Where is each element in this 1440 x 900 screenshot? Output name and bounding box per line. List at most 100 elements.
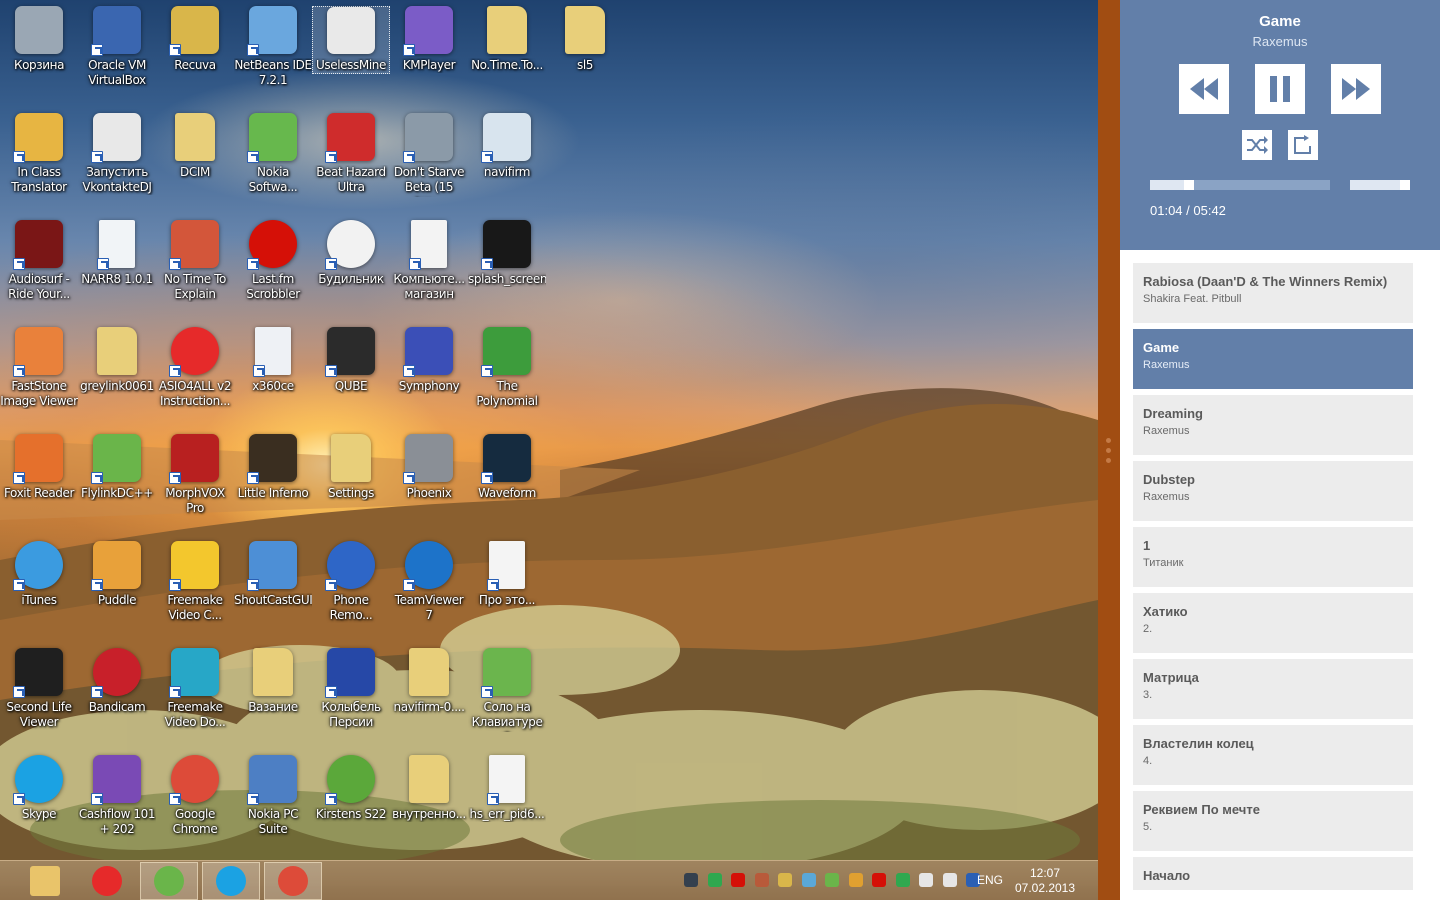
desktop-icon[interactable]: hs_err_pid6...: [468, 749, 546, 853]
taskbar-button[interactable]: [16, 862, 74, 900]
desktop-icon[interactable]: Kirstens S22: [312, 749, 390, 853]
desktop-icon[interactable]: Don't Starve Beta (15 Jan...: [390, 107, 468, 211]
desktop-icon[interactable]: Будильник: [312, 214, 390, 318]
repeat-button[interactable]: [1288, 130, 1318, 160]
desktop-icon[interactable]: Second Life Viewer: [0, 642, 78, 746]
playlist-item[interactable]: 1 Титаник: [1133, 527, 1413, 587]
desktop-icon[interactable]: FlylinkDC++: [78, 428, 156, 532]
desktop-icon[interactable]: Cashflow 101 + 202: [78, 749, 156, 853]
desktop-icon[interactable]: Skype: [0, 749, 78, 853]
desktop-icon[interactable]: NetBeans IDE 7.2.1: [234, 0, 312, 104]
desktop-icon[interactable]: x360ce: [234, 321, 312, 425]
desktop-icon[interactable]: ShoutCastGUI: [234, 535, 312, 639]
desktop-icon[interactable]: Компьюте... магазин: [390, 214, 468, 318]
desktop-icon[interactable]: MorphVOX Pro: [156, 428, 234, 532]
desktop-icon[interactable]: greylink0061: [78, 321, 156, 425]
desktop-icon[interactable]: No.Time.To...: [468, 0, 546, 104]
desktop-icon[interactable]: QUBE: [312, 321, 390, 425]
playlist-item[interactable]: Game Raxemus: [1133, 329, 1413, 389]
volume-icon[interactable]: [942, 873, 957, 887]
taskbar-button[interactable]: [78, 862, 136, 900]
desktop-icon[interactable]: The Polynomial: [468, 321, 546, 425]
tray-icon-9[interactable]: [872, 873, 886, 887]
clock[interactable]: 12:07 07.02.2013: [1012, 866, 1078, 896]
desktop-icon[interactable]: Foxit Reader: [0, 428, 78, 532]
volume-thumb[interactable]: [1400, 180, 1410, 190]
desktop-icon[interactable]: Phone Remo...: [312, 535, 390, 639]
tray-icon-5[interactable]: [778, 873, 792, 887]
next-button[interactable]: [1331, 64, 1381, 114]
desktop-icon[interactable]: Recuva: [156, 0, 234, 104]
playlist-item[interactable]: Хатико 2.: [1133, 593, 1413, 653]
desktop-icon[interactable]: navifirm: [468, 107, 546, 211]
image-file-icon: [481, 220, 531, 270]
tray-icon-6[interactable]: [801, 873, 816, 887]
shuffle-button[interactable]: [1242, 130, 1272, 160]
desktop-icon[interactable]: Bandicam: [78, 642, 156, 746]
desktop-icon[interactable]: ASIO4ALL v2 Instruction...: [156, 321, 234, 425]
seek-bar-thumb[interactable]: [1184, 180, 1195, 190]
desktop-icon[interactable]: Колыбель Персии: [312, 642, 390, 746]
desktop-icon[interactable]: внутренно...: [390, 749, 468, 853]
playlist-item[interactable]: Матрица 3.: [1133, 659, 1413, 719]
language-indicator[interactable]: ENG: [977, 873, 1003, 887]
desktop-icon[interactable]: splash_screen: [468, 214, 546, 318]
desktop-icon[interactable]: UselessMine: [312, 6, 390, 74]
volume-slider[interactable]: [1350, 180, 1410, 190]
desktop-icon[interactable]: Freemake Video Do...: [156, 642, 234, 746]
desktop-icon[interactable]: Nokia Softwa...: [234, 107, 312, 211]
desktop-icon[interactable]: Puddle: [78, 535, 156, 639]
taskbar-button[interactable]: [202, 862, 260, 900]
playlist-item[interactable]: Начало: [1133, 857, 1413, 890]
lastfm-tray-icon[interactable]: [731, 873, 745, 887]
playlist-item[interactable]: Dreaming Raxemus: [1133, 395, 1413, 455]
playlist-item[interactable]: Властелин колец 4.: [1133, 725, 1413, 785]
desktop-icon[interactable]: sl5: [546, 0, 624, 104]
desktop-icon[interactable]: Last.fm Scrobbler: [234, 214, 312, 318]
taskbar-button[interactable]: [140, 862, 198, 900]
playlist-item[interactable]: Dubstep Raxemus: [1133, 461, 1413, 521]
desktop-icon[interactable]: DCIM: [156, 107, 234, 211]
desktop-icon[interactable]: Freemake Video C...: [156, 535, 234, 639]
desktop-icon[interactable]: Соло на Клавиатуре 9: [468, 642, 546, 746]
desktop-icon[interactable]: Waveform: [468, 428, 546, 532]
tray-icon-8[interactable]: [848, 873, 863, 887]
desktop-icon[interactable]: Symphony: [390, 321, 468, 425]
snap-splitter[interactable]: [1098, 0, 1120, 900]
desktop-icon[interactable]: Little Inferno: [234, 428, 312, 532]
desktop-icon[interactable]: Audiosurf - Ride Your...: [0, 214, 78, 318]
desktop-icon[interactable]: FastStone Image Viewer: [0, 321, 78, 425]
desktop-icon[interactable]: KMPlayer: [390, 0, 468, 104]
desktop-icon-label: Waveform: [478, 486, 536, 500]
pause-button[interactable]: [1255, 64, 1305, 114]
seek-bar[interactable]: [1150, 180, 1330, 190]
desktop-icon-label: Соло на Клавиатуре 9: [471, 700, 543, 732]
previous-button[interactable]: [1179, 64, 1229, 114]
green-tray-icon[interactable]: [707, 873, 722, 887]
desktop[interactable]: Корзина Oracle VM VirtualBox Recuva NetBean…: [0, 0, 1098, 860]
playlist-item[interactable]: Реквием По мечте 5.: [1133, 791, 1413, 851]
desktop-icon[interactable]: TeamViewer 7: [390, 535, 468, 639]
steam-tray-icon[interactable]: [684, 873, 698, 887]
desktop-icon[interactable]: navifirm-0....: [390, 642, 468, 746]
tray-icon-4[interactable]: [754, 873, 769, 887]
desktop-icon[interactable]: Nokia PC Suite: [234, 749, 312, 853]
desktop-icon[interactable]: NARR8 1.0.1: [78, 214, 156, 318]
tray-icon-7[interactable]: [825, 873, 839, 887]
desktop-icon[interactable]: Oracle VM VirtualBox: [78, 0, 156, 104]
desktop-icon[interactable]: Google Chrome: [156, 749, 234, 853]
taskbar-button[interactable]: [264, 862, 322, 900]
desktop-icon[interactable]: Вазание: [234, 642, 312, 746]
desktop-icon[interactable]: iTunes: [0, 535, 78, 639]
desktop-icon[interactable]: Settings: [312, 428, 390, 532]
desktop-icon[interactable]: Phoenix: [390, 428, 468, 532]
desktop-icon[interactable]: Запустить VkontakteDJ: [78, 107, 156, 211]
desktop-icon[interactable]: Про это...: [468, 535, 546, 639]
network-icon[interactable]: [919, 873, 933, 887]
desktop-icon[interactable]: No Time To Explain: [156, 214, 234, 318]
desktop-icon[interactable]: Beat Hazard Ultra: [312, 107, 390, 211]
desktop-icon[interactable]: In Class Translator: [0, 107, 78, 211]
playlist-item[interactable]: Rabiosa (Daan'D & The Winners Remix) Shak…: [1133, 263, 1413, 323]
tray-icon-10[interactable]: [895, 873, 910, 887]
desktop-icon[interactable]: Корзина: [0, 0, 78, 104]
